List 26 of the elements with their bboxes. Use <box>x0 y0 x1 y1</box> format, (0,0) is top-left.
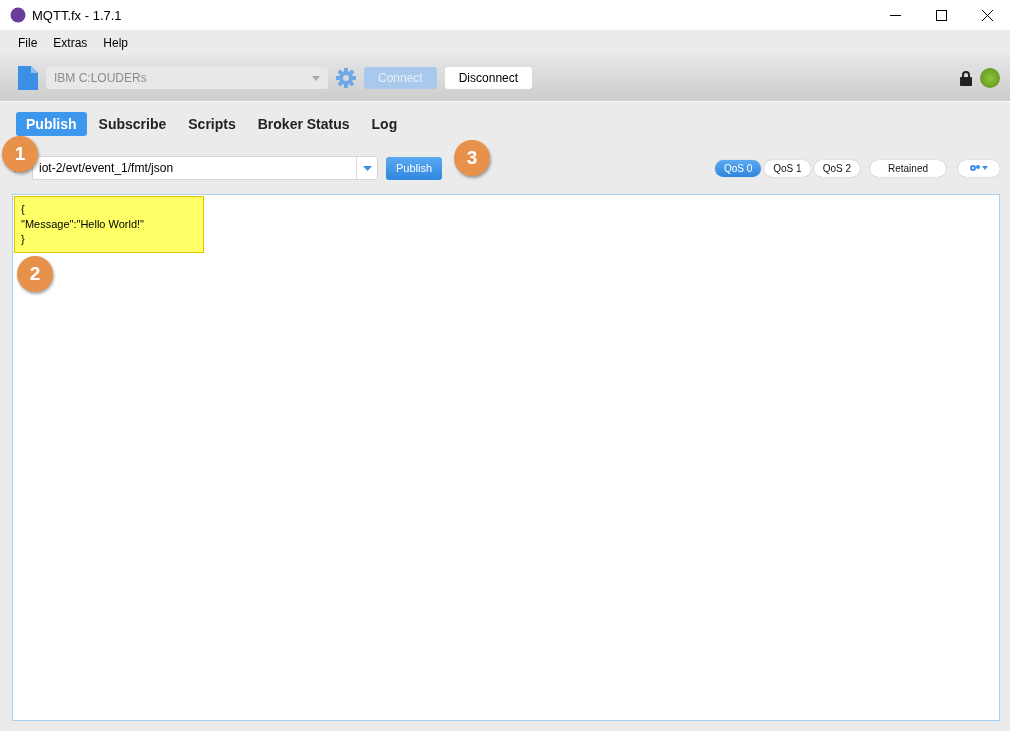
qos-toggle[interactable]: QoS 2 <box>813 159 860 177</box>
close-icon[interactable] <box>981 9 993 21</box>
maximize-icon[interactable] <box>935 9 947 21</box>
menu-item[interactable]: File <box>10 33 46 52</box>
window-title: MQTT.fx - 1.7.1 <box>32 7 123 23</box>
step-marker: 3 <box>454 140 490 176</box>
payload-text: { "Message":"Hello World!" } <box>14 196 204 253</box>
disconnect-button[interactable]: Disconnect <box>444 67 533 89</box>
qos-toggle[interactable]: QoS 1 <box>764 159 811 177</box>
tab[interactable]: Subscribe <box>88 112 177 136</box>
dropdown-arrow-icon[interactable] <box>362 165 372 171</box>
tab[interactable]: Broker Status <box>247 112 360 136</box>
topic-field[interactable]: iot-2/evt/event_1/fmt/json <box>32 156 378 180</box>
options-button[interactable] <box>958 159 1000 177</box>
dropdown-arrow-icon <box>312 75 320 81</box>
tab[interactable]: Log <box>361 112 408 136</box>
minimize-icon[interactable] <box>889 14 901 16</box>
tab[interactable]: Scripts <box>178 112 246 136</box>
retained-toggle[interactable]: Retained <box>870 159 946 177</box>
menu-item[interactable]: Help <box>95 33 137 52</box>
lock-icon <box>960 70 972 86</box>
step-marker: 1 <box>2 136 38 172</box>
document-icon <box>18 66 38 90</box>
menu-item[interactable]: Extras <box>45 33 96 52</box>
gears-icon <box>969 164 989 172</box>
app-icon <box>10 7 26 23</box>
